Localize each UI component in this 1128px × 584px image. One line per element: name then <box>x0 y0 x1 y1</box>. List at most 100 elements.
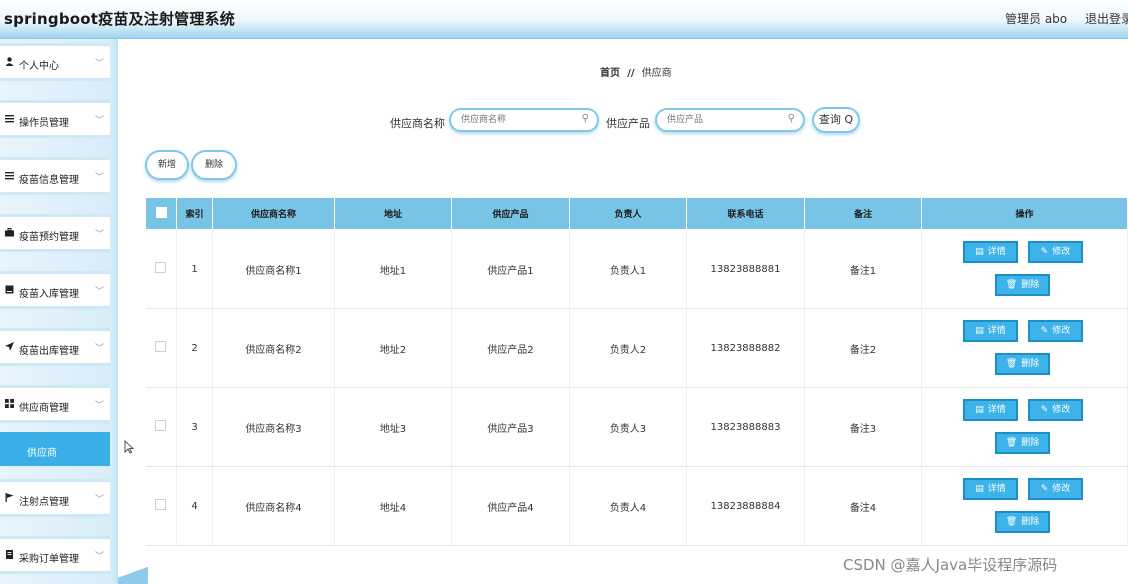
row-select-cell[interactable] <box>145 308 177 388</box>
edit-button[interactable]: ✎ 修改 <box>1028 320 1083 342</box>
row-checkbox[interactable] <box>155 341 167 352</box>
column-header: 索引 <box>176 197 213 230</box>
query-button-label: 查询 <box>818 113 841 126</box>
send-icon <box>5 342 14 351</box>
edit-button[interactable]: ✎ 修改 <box>1028 478 1083 500</box>
chevron-down-icon: ﹀ <box>95 287 105 297</box>
cell-address: 地址3 <box>334 387 452 467</box>
app-title: springboot疫苗及注射管理系统 <box>4 10 235 28</box>
cell-actions: ▤ 详情 ✎ 修改 🗑 删除 <box>921 308 1128 388</box>
row-checkbox[interactable] <box>155 499 167 510</box>
breadcrumb-separator: // <box>627 68 635 79</box>
edit-label: 修改 <box>1052 484 1071 494</box>
row-select-cell[interactable] <box>145 229 177 309</box>
edit-label: 修改 <box>1052 405 1071 415</box>
table-row: 1 供应商名称1 地址1 供应产品1 负责人1 13823888881 备注1 … <box>145 229 1128 309</box>
cell-index: 1 <box>176 229 213 309</box>
mouse-cursor-icon <box>124 439 135 458</box>
trash-icon: 🗑 <box>1005 359 1018 369</box>
edit-button[interactable]: ✎ 修改 <box>1028 241 1083 263</box>
cell-manager: 负责人4 <box>569 466 687 546</box>
detail-label: 详情 <box>987 326 1006 336</box>
cell-index: 2 <box>176 308 213 388</box>
sidebar-subitem-supplier[interactable]: 供应商 <box>0 432 110 466</box>
trash-icon: 🗑 <box>1005 438 1018 448</box>
batch-delete-button[interactable]: 删除 <box>191 150 237 180</box>
chevron-down-icon: ﹀ <box>95 116 105 126</box>
row-select-cell[interactable] <box>145 387 177 467</box>
cell-name: 供应商名称2 <box>212 308 335 388</box>
supplier-product-input[interactable] <box>665 114 779 126</box>
breadcrumb-home[interactable]: 首页 <box>600 68 620 79</box>
edit-label: 修改 <box>1052 247 1071 257</box>
row-checkbox[interactable] <box>155 262 167 273</box>
search-icon: ⚲ <box>787 113 795 124</box>
sidebar-edge <box>110 39 118 584</box>
sidebar-item-label: 疫苗入库管理 <box>19 289 79 300</box>
detail-button[interactable]: ▤ 详情 <box>963 478 1018 500</box>
edit-icon: ✎ <box>1040 405 1049 415</box>
query-button[interactable]: 查询 Q <box>812 107 860 133</box>
delete-label: 删除 <box>1021 359 1040 369</box>
cell-name: 供应商名称4 <box>212 466 335 546</box>
current-user: 管理员 abo <box>1005 12 1068 26</box>
sidebar-item-vaccine-info[interactable]: 疫苗信息管理 ﹀ <box>0 157 110 195</box>
supplier-name-input-wrapper[interactable]: ⚲ <box>449 108 599 132</box>
row-checkbox[interactable] <box>155 420 167 431</box>
chevron-down-icon: ﹀ <box>95 495 105 505</box>
sidebar-item-operator[interactable]: 操作员管理 ﹀ <box>0 100 110 138</box>
delete-button[interactable]: 🗑 删除 <box>995 274 1050 296</box>
cell-name: 供应商名称1 <box>212 229 335 309</box>
cell-address: 地址2 <box>334 308 452 388</box>
cell-index: 4 <box>176 466 213 546</box>
sidebar-item-label: 采购订单管理 <box>19 554 79 565</box>
cell-manager: 负责人1 <box>569 229 687 309</box>
row-select-cell[interactable] <box>145 466 177 546</box>
delete-button[interactable]: 🗑 删除 <box>995 432 1050 454</box>
sidebar-item-label: 注射点管理 <box>19 497 69 508</box>
select-all-header[interactable] <box>145 197 177 230</box>
watermark: CSDN @嘉人Java毕设程序源码 <box>843 554 1058 575</box>
decorative-wave <box>118 566 148 584</box>
document-icon <box>5 550 14 559</box>
supplier-name-label: 供应商名称 <box>390 117 445 130</box>
cell-remark: 备注4 <box>804 466 922 546</box>
table-row: 2 供应商名称2 地址2 供应产品2 负责人2 13823888882 备注2 … <box>145 308 1128 388</box>
chevron-down-icon: ﹀ <box>95 59 105 69</box>
chevron-down-icon: ﹀ <box>95 173 105 183</box>
detail-icon: ▤ <box>975 405 984 415</box>
detail-icon: ▤ <box>975 326 984 336</box>
chevron-down-icon: ﹀ <box>95 401 105 411</box>
logout-link[interactable]: 退出登录 <box>1085 10 1128 27</box>
delete-label: 删除 <box>1021 280 1040 290</box>
supplier-name-input[interactable] <box>459 114 573 126</box>
detail-button[interactable]: ▤ 详情 <box>963 320 1018 342</box>
trash-icon: 🗑 <box>1005 280 1018 290</box>
supplier-product-input-wrapper[interactable]: ⚲ <box>655 108 805 132</box>
column-header: 供应商名称 <box>212 197 335 230</box>
top-header: springboot疫苗及注射管理系统 管理员 abo 退出登录 <box>0 0 1128 39</box>
cell-actions: ▤ 详情 ✎ 修改 🗑 删除 <box>921 387 1128 467</box>
sidebar-item-supplier[interactable]: 供应商管理 ﹀ <box>0 385 110 423</box>
select-all-checkbox[interactable] <box>155 206 167 218</box>
trash-icon: 🗑 <box>1005 517 1018 527</box>
delete-button[interactable]: 🗑 删除 <box>995 511 1050 533</box>
delete-button[interactable]: 🗑 删除 <box>995 353 1050 375</box>
add-button[interactable]: 新增 <box>145 150 189 180</box>
sidebar-item-personal-center[interactable]: 个人中心 ﹀ <box>0 43 110 81</box>
edit-button[interactable]: ✎ 修改 <box>1028 399 1083 421</box>
detail-button[interactable]: ▤ 详情 <box>963 241 1018 263</box>
cell-product: 供应产品3 <box>451 387 570 467</box>
column-header: 联系电话 <box>686 197 805 230</box>
detail-button[interactable]: ▤ 详情 <box>963 399 1018 421</box>
edit-icon: ✎ <box>1040 247 1049 257</box>
sidebar-item-injection-point[interactable]: 注射点管理 ﹀ <box>0 479 110 517</box>
sidebar-item-vaccine-appointment[interactable]: 疫苗预约管理 ﹀ <box>0 214 110 252</box>
user-icon <box>5 57 14 66</box>
sidebar-item-vaccine-outbound[interactable]: 疫苗出库管理 ﹀ <box>0 328 110 366</box>
cell-remark: 备注1 <box>804 229 922 309</box>
sidebar-item-purchase-order[interactable]: 采购订单管理 ﹀ <box>0 536 110 574</box>
briefcase-icon <box>5 228 14 237</box>
flag-icon <box>5 493 14 502</box>
sidebar-item-vaccine-inbound[interactable]: 疫苗入库管理 ﹀ <box>0 271 110 309</box>
